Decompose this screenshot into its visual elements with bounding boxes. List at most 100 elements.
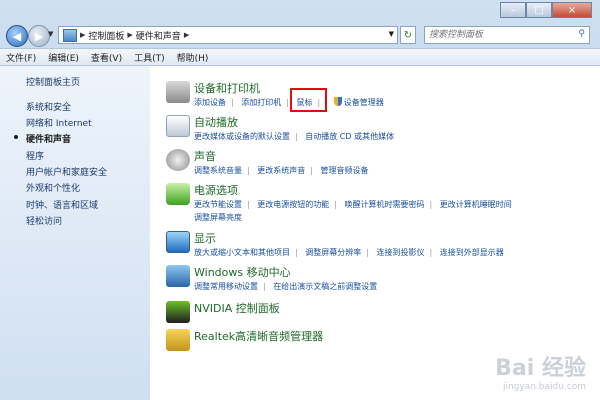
link-manage-audio[interactable]: 管理音频设备 — [321, 166, 369, 175]
link-sleep-time[interactable]: 更改计算机睡眠时间 — [440, 200, 512, 209]
sidebar-item-system-security[interactable]: 系统和安全 — [26, 100, 71, 113]
back-button[interactable]: ◀ — [6, 25, 28, 47]
autoplay-icon[interactable] — [166, 115, 190, 137]
group-links: 放大或缩小文本和其他项目 | 调整屏幕分辨率 | 连接到投影仪 | 连接到外部显示器 — [194, 246, 594, 259]
menu-file[interactable]: 文件(F) — [0, 51, 42, 64]
realtek-icon[interactable] — [166, 329, 190, 351]
breadcrumb-control-panel[interactable]: 控制面板 — [88, 29, 124, 42]
link-divider: | — [429, 248, 433, 257]
refresh-button[interactable]: ↻ — [400, 26, 416, 44]
mobility-icon[interactable] — [166, 265, 190, 287]
group-sound: 声音 调整系统音量 | 更改系统声音 | 管理音频设备 — [158, 148, 598, 178]
search-icon[interactable]: ⚲ — [578, 29, 585, 39]
link-adjust-volume[interactable]: 调整系统音量 — [194, 166, 242, 175]
group-links: 更改媒体或设备的默认设置 | 自动播放 CD 或其他媒体 — [194, 130, 594, 143]
link-add-device[interactable]: 添加设备 — [194, 98, 226, 107]
forward-arrow-icon: ▶ — [34, 29, 44, 43]
close-button[interactable]: × — [552, 2, 592, 18]
link-divider: | — [334, 200, 337, 209]
printer-icon[interactable] — [166, 81, 190, 103]
menu-view[interactable]: 查看(V) — [85, 51, 128, 64]
address-dropdown-icon[interactable]: ▼ — [389, 30, 394, 38]
sidebar-item-programs[interactable]: 程序 — [26, 149, 44, 162]
sidebar-item-clock-region[interactable]: 时钟、语言和区域 — [26, 198, 98, 211]
link-external-display[interactable]: 连接到外部显示器 — [440, 248, 504, 257]
link-resolution[interactable]: 调整屏幕分辨率 — [305, 248, 361, 257]
sidebar-item-network[interactable]: 网络和 Internet — [26, 116, 92, 129]
control-panel-icon — [63, 28, 77, 42]
group-title[interactable]: 声音 — [194, 148, 216, 164]
maximize-button[interactable]: □ — [526, 2, 552, 18]
link-divider: | — [247, 200, 250, 209]
nvidia-icon[interactable] — [166, 301, 190, 323]
menu-bar: 文件(F) 编辑(E) 查看(V) 工具(T) 帮助(H) — [0, 48, 600, 66]
link-presentation-settings[interactable]: 在给出演示文稿之前调整设置 — [273, 282, 377, 291]
group-links: 调整系统音量 | 更改系统声音 | 管理音频设备 — [194, 164, 594, 177]
address-bar[interactable]: ▶ 控制面板 ▶ 硬件和声音 ▶ ▼ — [58, 26, 398, 44]
menu-edit[interactable]: 编辑(E) — [42, 51, 85, 64]
sidebar-item-hardware-sound[interactable]: 硬件和声音 — [26, 132, 71, 145]
group-title[interactable]: 电源选项 — [194, 182, 238, 198]
link-divider: | — [295, 132, 298, 141]
speaker-icon[interactable] — [166, 149, 190, 171]
battery-icon[interactable] — [166, 183, 190, 205]
link-divider: | — [231, 98, 234, 107]
group-title[interactable]: Realtek高清晰音频管理器 — [194, 328, 323, 344]
watermark: Bai 经验 jingyan.baidu.com — [495, 350, 586, 392]
group-links: 添加设备 | 添加打印机 | 鼠标 | 设备管理器 — [194, 96, 594, 109]
sidebar-item-appearance[interactable]: 外观和个性化 — [26, 181, 80, 194]
content-pane: 设备和打印机 添加设备 | 添加打印机 | 鼠标 | 设备管理器 自动播放 更改媒体或… — [150, 66, 600, 400]
link-text-size[interactable]: 放大或缩小文本和其他项目 — [194, 248, 290, 257]
link-brightness[interactable]: 调整屏幕亮度 — [194, 213, 242, 222]
link-power-saving[interactable]: 更改节能设置 — [194, 200, 242, 209]
breadcrumb-separator-icon[interactable]: ▶ — [127, 31, 132, 39]
link-mobility-settings[interactable]: 调整常用移动设置 — [194, 282, 258, 291]
minimize-button[interactable]: – — [500, 2, 526, 18]
watermark-url: jingyan.baidu.com — [502, 382, 586, 392]
group-devices-printers: 设备和打印机 添加设备 | 添加打印机 | 鼠标 | 设备管理器 — [158, 80, 598, 116]
menu-tools[interactable]: 工具(T) — [128, 51, 171, 64]
link-divider: | — [247, 166, 250, 175]
display-icon[interactable] — [166, 231, 190, 253]
group-title[interactable]: 设备和打印机 — [194, 80, 260, 96]
search-box[interactable]: ⚲ — [424, 26, 590, 44]
group-autoplay: 自动播放 更改媒体或设备的默认设置 | 自动播放 CD 或其他媒体 — [158, 114, 598, 144]
group-links: 更改节能设置 | 更改电源按钮的功能 | 唤醒计算机时需要密码 | 更改计算机睡眠时间… — [194, 198, 594, 224]
link-divider: | — [310, 166, 313, 175]
group-links: 调整常用移动设置 | 在给出演示文稿之前调整设置 — [194, 280, 594, 293]
active-bullet-icon — [14, 135, 18, 139]
group-realtek: Realtek高清晰音频管理器 — [158, 328, 598, 351]
link-device-manager[interactable]: 设备管理器 — [344, 98, 384, 107]
group-title[interactable]: Windows 移动中心 — [194, 264, 291, 280]
control-panel-home-link[interactable]: 控制面板主页 — [26, 75, 80, 88]
link-autoplay-cd[interactable]: 自动播放 CD 或其他媒体 — [305, 132, 394, 141]
link-wake-password[interactable]: 唤醒计算机时需要密码 — [345, 200, 425, 209]
menu-help[interactable]: 帮助(H) — [171, 51, 215, 64]
link-change-sounds[interactable]: 更改系统声音 — [257, 166, 305, 175]
sidebar-item-ease-of-access[interactable]: 轻松访问 — [26, 214, 62, 227]
window-controls: – □ × — [500, 2, 592, 18]
link-change-default-settings[interactable]: 更改媒体或设备的默认设置 — [194, 132, 290, 141]
group-mobility-center: Windows 移动中心 调整常用移动设置 | 在给出演示文稿之前调整设置 — [158, 264, 598, 294]
breadcrumb-hardware-sound[interactable]: 硬件和声音 — [136, 29, 181, 42]
group-title[interactable]: NVIDIA 控制面板 — [194, 300, 280, 316]
shield-icon — [333, 97, 342, 106]
link-add-printer[interactable]: 添加打印机 — [241, 98, 281, 107]
link-divider: | — [429, 200, 433, 209]
back-arrow-icon: ◀ — [12, 29, 22, 43]
group-title[interactable]: 显示 — [194, 230, 216, 246]
forward-button[interactable]: ▶ — [28, 25, 50, 47]
title-bar[interactable]: – □ × — [0, 0, 600, 22]
sidebar-item-user-accounts[interactable]: 用户帐户和家庭安全 — [26, 165, 107, 178]
group-title[interactable]: 自动播放 — [194, 114, 238, 130]
link-power-button[interactable]: 更改电源按钮的功能 — [257, 200, 329, 209]
breadcrumb-separator-icon[interactable]: ▶ — [80, 31, 85, 39]
group-power: 电源选项 更改节能设置 | 更改电源按钮的功能 | 唤醒计算机时需要密码 | 更改计算… — [158, 182, 598, 226]
breadcrumb-separator-icon[interactable]: ▶ — [184, 31, 189, 39]
group-nvidia: NVIDIA 控制面板 — [158, 300, 598, 323]
link-projector[interactable]: 连接到投影仪 — [377, 248, 425, 257]
recent-pages-dropdown-icon[interactable]: ▼ — [48, 30, 53, 38]
search-input[interactable] — [425, 27, 571, 43]
link-divider: | — [366, 248, 369, 257]
link-divider: | — [263, 282, 266, 291]
